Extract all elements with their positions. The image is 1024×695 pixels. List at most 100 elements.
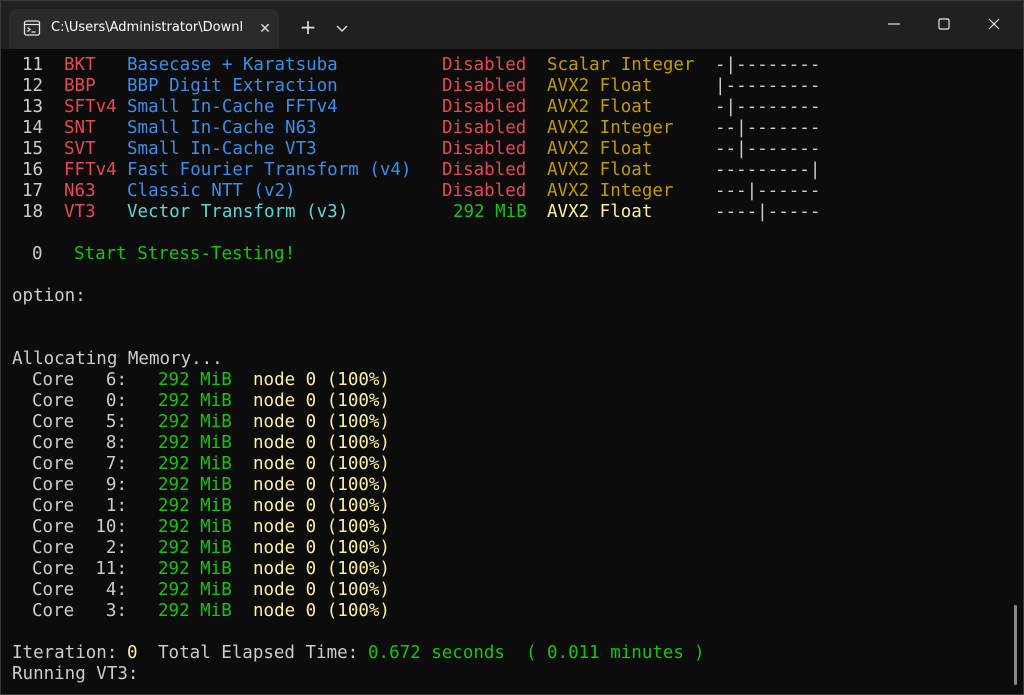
test-status: Disabled [442, 118, 527, 138]
test-number: 12 [22, 76, 44, 96]
core-memory: 292 MiB [158, 370, 232, 390]
test-name: Basecase + Karatsuba [127, 55, 338, 75]
core-node: node 0 (100%) [253, 391, 390, 411]
core-id: 2: [105, 538, 127, 558]
close-window-button[interactable] [969, 1, 1019, 47]
core-id: 10: [95, 517, 127, 537]
test-name: BBP Digit Extraction [127, 76, 338, 96]
start-number: 0 [32, 244, 43, 264]
core-label: Core [32, 454, 75, 474]
core-line: Core 4: 292 MiB node 0 (100%) [1, 580, 901, 601]
test-bar: ----|----- [715, 202, 821, 222]
core-label: Core [32, 370, 75, 390]
test-type: AVX2 Float [547, 76, 653, 96]
test-bar: |--------- [715, 76, 821, 96]
minimize-button[interactable] [869, 1, 919, 47]
test-code: FFTv4 [64, 160, 117, 180]
core-id: 7: [105, 454, 127, 474]
core-node: node 0 (100%) [253, 601, 390, 621]
maximize-icon [938, 18, 950, 30]
core-memory: 292 MiB [158, 475, 232, 495]
test-bar: ---|------ [715, 181, 821, 201]
test-code: VT3 [64, 202, 96, 222]
core-label: Core [32, 580, 75, 600]
core-line: Core 0: 292 MiB node 0 (100%) [1, 391, 901, 412]
test-status: Disabled [442, 160, 527, 180]
tab-terminal[interactable]: C:\Users\Administrator\Downl ✕ [9, 9, 279, 49]
elapsed-label: Total Elapsed Time: [158, 643, 359, 663]
core-memory: 292 MiB [158, 559, 232, 579]
core-node: node 0 (100%) [253, 538, 390, 558]
core-line: Core 6: 292 MiB node 0 (100%) [1, 370, 901, 391]
core-id: 0: [105, 391, 127, 411]
core-node: node 0 (100%) [253, 412, 390, 432]
elapsed-minutes: 0.011 minutes [547, 643, 684, 663]
core-id: 11: [95, 559, 127, 579]
vertical-scrollbar[interactable] [1009, 49, 1021, 694]
close-icon [988, 18, 1000, 30]
elapsed-seconds: 0.672 seconds [368, 643, 505, 663]
core-node: node 0 (100%) [253, 454, 390, 474]
core-node: node 0 (100%) [253, 559, 390, 579]
test-number: 13 [22, 97, 44, 117]
minutes-close-paren: ) [694, 643, 705, 663]
core-node: node 0 (100%) [253, 370, 390, 390]
core-line: Core 7: 292 MiB node 0 (100%) [1, 454, 901, 475]
test-number: 17 [22, 181, 44, 201]
test-type: AVX2 Integer [547, 181, 674, 201]
test-code: BKT [64, 55, 96, 75]
core-node: node 0 (100%) [253, 433, 390, 453]
core-line: Core 1: 292 MiB node 0 (100%) [1, 496, 901, 517]
test-name: Fast Fourier Transform (v4) [127, 160, 412, 180]
core-line: Core 8: 292 MiB node 0 (100%) [1, 433, 901, 454]
test-type: Scalar Integer [547, 55, 695, 75]
test-row: 12 BBP BBP Digit Extraction Disabled AVX… [1, 76, 901, 97]
core-id: 3: [105, 601, 127, 621]
test-row: 15 SVT Small In-Cache VT3 Disabled AVX2 … [1, 139, 901, 160]
tab-close-icon[interactable]: ✕ [253, 17, 277, 41]
core-node: node 0 (100%) [253, 517, 390, 537]
test-code: SFTv4 [64, 97, 117, 117]
core-label: Core [32, 496, 75, 516]
maximize-button[interactable] [919, 1, 969, 47]
test-row: 17 N63 Classic NTT (v2) Disabled AVX2 In… [1, 181, 901, 202]
scrollbar-thumb[interactable] [1014, 605, 1017, 685]
test-name: Small In-Cache FFTv4 [127, 97, 338, 117]
test-code: BBP [64, 76, 96, 96]
test-code: SNT [64, 118, 96, 138]
test-bar: --|------- [715, 139, 821, 159]
test-code: SVT [64, 139, 96, 159]
test-name: Classic NTT (v2) [127, 181, 296, 201]
test-status: Disabled [442, 97, 527, 117]
core-id: 9: [105, 475, 127, 495]
core-memory: 292 MiB [158, 580, 232, 600]
new-tab-button[interactable]: + [295, 15, 321, 41]
test-status: Disabled [442, 181, 527, 201]
test-status: Disabled [442, 76, 527, 96]
option-prompt: option: [1, 286, 901, 307]
core-label: Core [32, 601, 75, 621]
test-type: AVX2 Float [547, 97, 653, 117]
test-bar: ---------| [715, 160, 821, 180]
core-memory: 292 MiB [158, 538, 232, 558]
test-number: 16 [22, 160, 44, 180]
test-name: Small In-Cache N63 [127, 118, 317, 138]
core-line: Core 3: 292 MiB node 0 (100%) [1, 601, 901, 622]
core-line: Core 2: 292 MiB node 0 (100%) [1, 538, 901, 559]
core-memory: 292 MiB [158, 391, 232, 411]
terminal-icon [23, 19, 41, 37]
test-number: 11 [22, 55, 44, 75]
start-option: 0 Start Stress-Testing! [1, 244, 901, 265]
test-row-selected: 18 VT3 Vector Transform (v3) 292 MiB AVX… [1, 202, 901, 223]
test-status: Disabled [442, 55, 527, 75]
core-id: 5: [105, 412, 127, 432]
terminal-output[interactable]: 11 BKT Basecase + Karatsuba Disabled Sca… [1, 49, 1007, 694]
core-label: Core [32, 412, 75, 432]
option-prompt-label: option: [12, 286, 86, 306]
test-row: 13 SFTv4 Small In-Cache FFTv4 Disabled A… [1, 97, 901, 118]
chevron-down-icon[interactable] [331, 15, 353, 41]
test-row: 11 BKT Basecase + Karatsuba Disabled Sca… [1, 55, 901, 76]
core-label: Core [32, 433, 75, 453]
test-type: AVX2 Float [547, 202, 653, 222]
title-bar: C:\Users\Administrator\Downl ✕ + [1, 1, 1023, 49]
